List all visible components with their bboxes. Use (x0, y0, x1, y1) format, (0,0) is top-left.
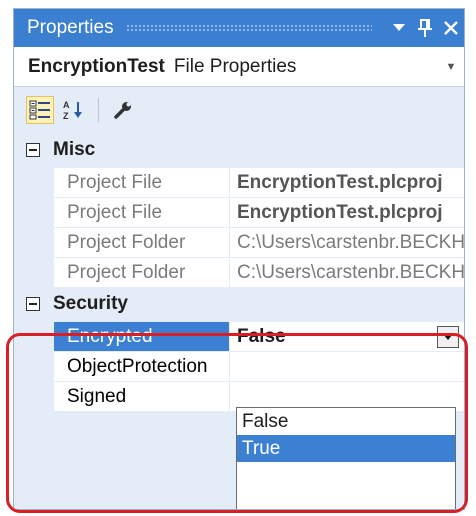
encrypted-combobox[interactable]: False (230, 322, 464, 351)
window-position-dropdown-icon[interactable] (386, 15, 412, 41)
collapse-icon[interactable] (26, 297, 40, 311)
category-label: Misc (53, 139, 96, 160)
property-row[interactable]: Project File EncryptionTest.plcproj (54, 167, 464, 197)
property-row-objectprotection[interactable]: ObjectProtection (54, 351, 464, 381)
properties-window: Properties EncryptionTest File Propertie… (13, 8, 465, 510)
alphabetical-sort-icon[interactable]: A Z (60, 96, 88, 124)
wrench-icon[interactable] (109, 96, 137, 124)
svg-text:A: A (63, 100, 70, 110)
property-value: EncryptionTest.plcproj (230, 168, 464, 197)
combobox-value: False (237, 325, 286, 347)
property-row[interactable]: Project File EncryptionTest.plcproj (54, 197, 464, 227)
selector-dropdown-icon[interactable]: ▼ (438, 61, 464, 73)
category-security[interactable]: Security (14, 287, 464, 321)
dropdown-option-true[interactable]: True (237, 435, 455, 462)
dropdown-option-false[interactable]: False (237, 408, 455, 435)
category-label: Security (53, 293, 128, 314)
chevron-down-icon[interactable] (437, 326, 459, 348)
property-name: Project Folder (54, 258, 230, 287)
property-value (230, 352, 464, 381)
collapse-icon[interactable] (26, 143, 40, 157)
categorized-icon[interactable] (26, 96, 54, 124)
property-row[interactable]: Project Folder C:\Users\carstenbr.BECKHO… (54, 257, 464, 287)
property-value: EncryptionTest.plcproj (230, 198, 464, 227)
object-selector[interactable]: EncryptionTest File Properties ▼ (14, 47, 464, 87)
property-toolbar: A Z (14, 87, 464, 133)
property-value: C:\Users\carstenbr.BECKHOFF (230, 228, 464, 257)
object-name: EncryptionTest (28, 55, 165, 77)
property-value: C:\Users\carstenbr.BECKHOFF (230, 258, 464, 287)
object-type: File Properties (173, 55, 297, 77)
category-misc[interactable]: Misc (14, 133, 464, 167)
property-row[interactable]: Project Folder C:\Users\carstenbr.BECKHO… (54, 227, 464, 257)
encrypted-dropdown-list[interactable]: False True (236, 407, 456, 509)
toolbar-separator (98, 98, 99, 122)
svg-text:Z: Z (63, 111, 69, 121)
property-name: Encrypted (54, 322, 230, 351)
property-name: ObjectProtection (54, 352, 230, 381)
title-bar[interactable]: Properties (14, 9, 464, 47)
window-title: Properties (27, 17, 114, 38)
close-icon[interactable] (438, 15, 464, 41)
property-name: Project File (54, 168, 230, 197)
pin-icon[interactable] (412, 15, 438, 41)
property-row-encrypted[interactable]: Encrypted False (54, 321, 464, 351)
property-name: Project Folder (54, 228, 230, 257)
property-name: Signed (54, 382, 230, 411)
property-name: Project File (54, 198, 230, 227)
title-grip[interactable] (125, 24, 372, 32)
